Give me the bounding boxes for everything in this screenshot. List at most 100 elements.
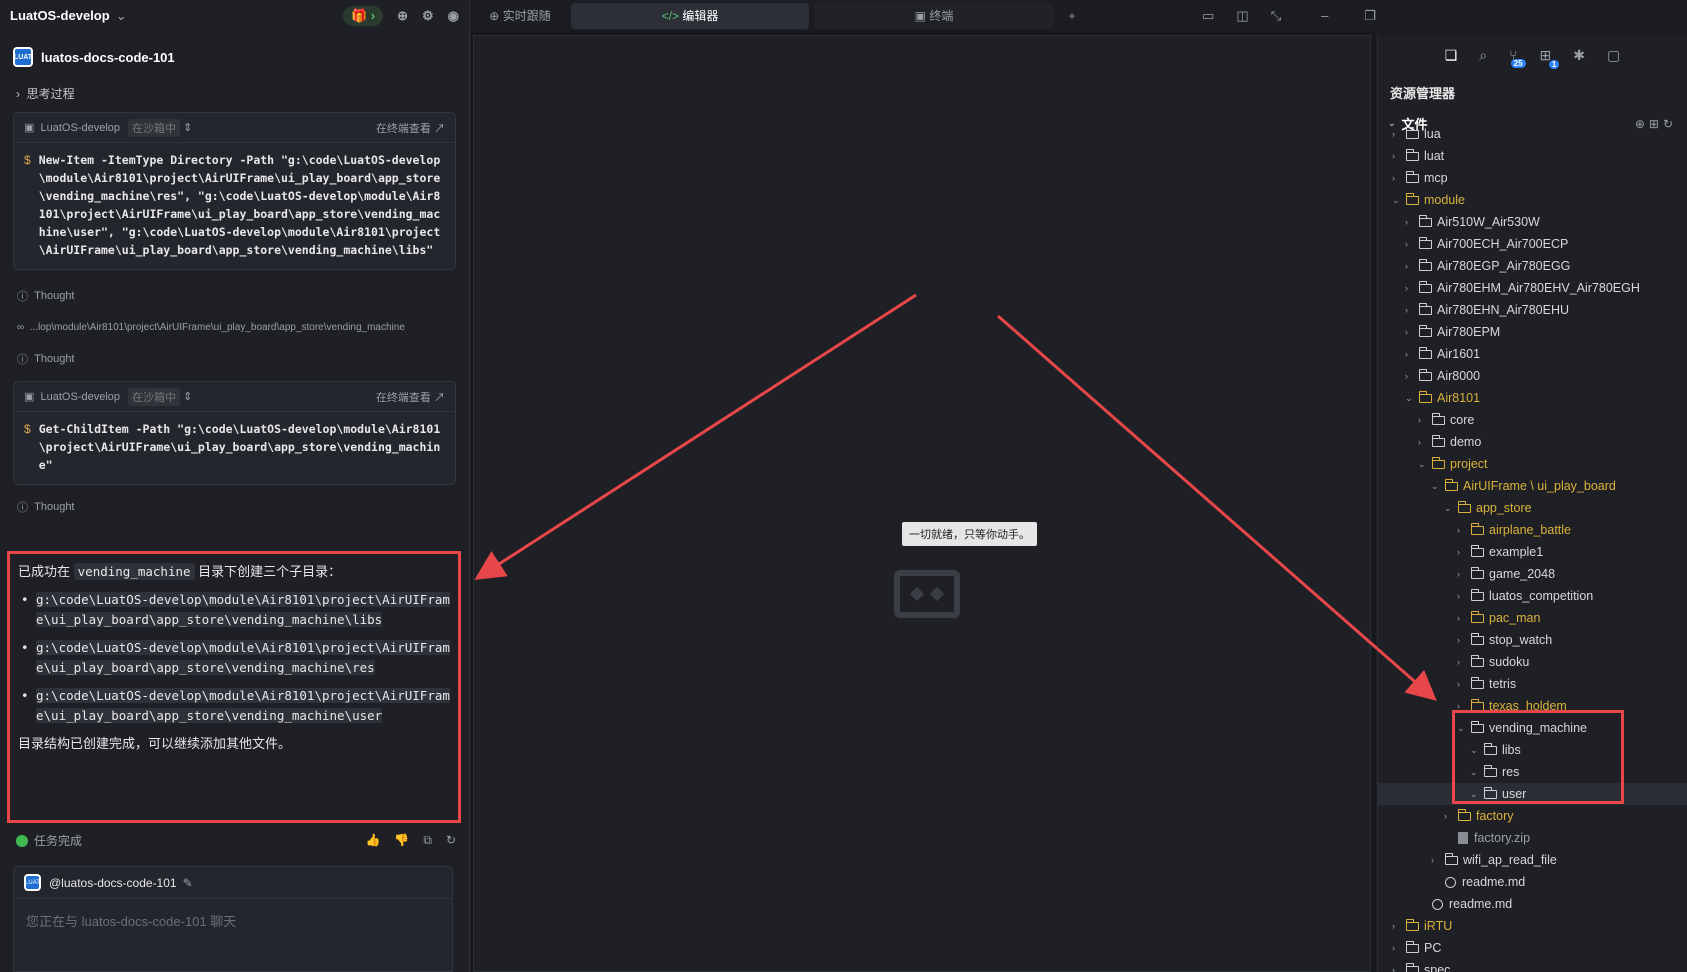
tree-item[interactable]: › luatos_competition (1457, 585, 1593, 607)
tab-follow[interactable]: ⊕ 实时跟随 (475, 3, 565, 29)
tree-item[interactable]: › Air780EHM_Air780EHV_Air780EGH (1405, 277, 1640, 299)
tree-item[interactable]: readme.md (1431, 871, 1525, 893)
files-icon[interactable]: ❏ (1445, 47, 1458, 64)
reply-closing: 目录结构已创建完成，可以继续添加其他文件。 (18, 736, 292, 751)
minimize-icon[interactable]: – (1321, 8, 1328, 24)
tab-terminal[interactable]: ▣ 终端 (815, 2, 1053, 29)
open-in-terminal-button[interactable]: 在终端查看 ↗ (376, 389, 445, 405)
info-file-icon (1445, 876, 1456, 888)
tree-item[interactable]: › Air700ECH_Air700ECP (1405, 233, 1568, 255)
maximize-icon[interactable]: ❐ (1364, 8, 1376, 24)
refresh-icon[interactable]: ↻ (1663, 117, 1677, 131)
tree-item[interactable]: › demo (1418, 431, 1481, 453)
chat-input[interactable]: LUAT @luatos-docs-code-101 ✎ 您正在与 luatos… (13, 866, 453, 972)
tree-item-label: factory (1476, 809, 1514, 823)
chevron-down-icon: ⌄ (1405, 392, 1413, 403)
tree-item[interactable]: › spec (1392, 959, 1450, 972)
chevron-updown-icon[interactable]: ⇕ (180, 390, 192, 403)
folder-icon (1471, 610, 1484, 623)
tree-item[interactable]: ⌄ AirUIFrame \ ui_play_board (1431, 475, 1616, 497)
tree-item[interactable]: factory.zip (1444, 827, 1530, 849)
collapse-icon[interactable]: ⤡ (1271, 8, 1281, 24)
tree-item[interactable]: › wifi_ap_read_file (1431, 849, 1557, 871)
agent-avatar: LUAT (13, 47, 33, 67)
tree-item-label: spec (1424, 963, 1451, 972)
folder-icon (1471, 654, 1484, 667)
input-agent-mention[interactable]: @luatos-docs-code-101 (49, 876, 177, 890)
search-icon[interactable]: ⌕ (1479, 47, 1487, 64)
new-chat-icon[interactable]: ⊕ (397, 8, 408, 24)
extensions-icon[interactable]: ⊞ 1 (1540, 47, 1560, 69)
tree-item[interactable]: › core (1418, 409, 1474, 431)
thought-item[interactable]: ⓘ Thought (0, 288, 469, 304)
new-file-icon[interactable]: ⊕ (1635, 117, 1649, 131)
chevron-updown-icon[interactable]: ⇕ (180, 121, 192, 134)
source-control-icon[interactable]: ⑂ 25 (1509, 47, 1526, 68)
tree-item[interactable]: › Air8000 (1405, 365, 1480, 387)
tree-item[interactable]: › stop_watch (1457, 629, 1552, 651)
terminal-title: LuatOS-develop (40, 121, 121, 134)
layout-icon[interactable]: ▭ (1202, 8, 1214, 24)
tree-item[interactable]: ⌄ app_store (1444, 497, 1532, 519)
reply-prefix: 已成功在 (18, 564, 71, 579)
reply-intro: 已成功在 vending_machine 目录下创建三个子目录： (18, 562, 450, 582)
tree-item[interactable]: › pac_man (1457, 607, 1540, 629)
tree-item[interactable]: › example1 (1457, 541, 1543, 563)
tree-item[interactable]: › iRTU (1392, 915, 1452, 937)
gift-icon[interactable]: 🎁 › (342, 5, 384, 26)
tree-item[interactable]: › PC (1392, 937, 1441, 959)
tree-item[interactable]: › sudoku (1457, 651, 1529, 673)
tree-item[interactable]: ⌄ project (1418, 453, 1488, 475)
tree-item[interactable]: › lua (1392, 123, 1441, 145)
remote-icon[interactable]: ▢ (1607, 47, 1620, 64)
tree-item[interactable]: › Air780EGP_Air780EGG (1405, 255, 1570, 277)
terminal-command: New-Item -ItemType Directory -Path "g:\c… (38, 153, 441, 257)
chevron-right-icon: › (1392, 921, 1395, 931)
folder-open-icon (1445, 478, 1458, 491)
chevron-right-icon: › (1405, 217, 1408, 227)
tools-icon[interactable]: ✎ (183, 876, 193, 890)
retry-icon[interactable]: ↻ (446, 833, 456, 848)
tree-item[interactable]: › mcp (1392, 167, 1448, 189)
tree-item-label: AirUIFrame \ ui_play_board (1463, 479, 1616, 493)
copy-icon[interactable]: ⧉ (423, 833, 432, 848)
tree-item[interactable]: › luat (1392, 145, 1444, 167)
terminal-command: Get-ChildItem -Path "g:\code\LuatOS-deve… (38, 422, 441, 472)
tree-item-label: sudoku (1489, 655, 1530, 669)
workspace-name[interactable]: LuatOS-develop (10, 8, 110, 23)
list-item: g:\code\LuatOS-develop\module\Air8101\pr… (18, 638, 450, 678)
chevron-right-icon: › (1405, 327, 1408, 337)
add-tab-button[interactable]: + (1059, 3, 1085, 29)
thought-item[interactable]: ⓘ Thought (0, 499, 469, 515)
tree-item[interactable]: › tetris (1457, 673, 1516, 695)
open-in-terminal-button[interactable]: 在终端查看 ↗ (376, 120, 445, 136)
tree-item-label: module (1424, 193, 1465, 207)
tree-item[interactable]: › airplane_battle (1457, 519, 1571, 541)
tree-item[interactable]: ⌄ module (1392, 189, 1465, 211)
folder-icon (1458, 808, 1471, 821)
tree-item[interactable]: › Air780EPM (1405, 321, 1500, 343)
path-item[interactable]: ∞ ...lop\module\Air8101\project\AirUIFra… (0, 322, 469, 333)
split-icon[interactable]: ◫ (1236, 8, 1248, 24)
new-folder-icon[interactable]: ⊞ (1649, 117, 1663, 131)
account-icon[interactable]: ◉ (448, 8, 459, 24)
chevron-down-icon[interactable]: ⌄ (116, 8, 127, 24)
tree-item-label: Air780EHM_Air780EHV_Air780EGH (1437, 281, 1640, 295)
app-window: LuatOS-develop ⌄ 🎁 › ⊕ ⚙ ◉ LUAT luatos-d… (0, 0, 1687, 972)
tree-item[interactable]: ⌄ Air8101 (1405, 387, 1480, 409)
tree-item[interactable]: › factory (1444, 805, 1514, 827)
debug-icon[interactable]: ✱ (1573, 47, 1585, 64)
tree-item[interactable]: › game_2048 (1457, 563, 1555, 585)
tab-editor[interactable]: </> 编辑器 (571, 2, 809, 29)
thinking-toggle[interactable]: › 思考过程 (16, 85, 469, 102)
thought-item[interactable]: ⓘ Thought (0, 351, 469, 367)
tree-item[interactable]: › Air1601 (1405, 343, 1480, 365)
tree-item-label: core (1450, 413, 1475, 427)
tree-item[interactable]: › Air510W_Air530W (1405, 211, 1540, 233)
thumbs-down-icon[interactable]: 👎 (394, 833, 409, 848)
input-placeholder[interactable]: 您正在与 luatos-docs-code-101 聊天 (14, 899, 452, 942)
tree-item[interactable]: › Air780EHN_Air780EHU (1405, 299, 1569, 321)
settings-icon[interactable]: ⚙ (422, 8, 434, 24)
tree-item[interactable]: readme.md (1418, 893, 1512, 915)
thumbs-up-icon[interactable]: 👍 (365, 833, 380, 848)
